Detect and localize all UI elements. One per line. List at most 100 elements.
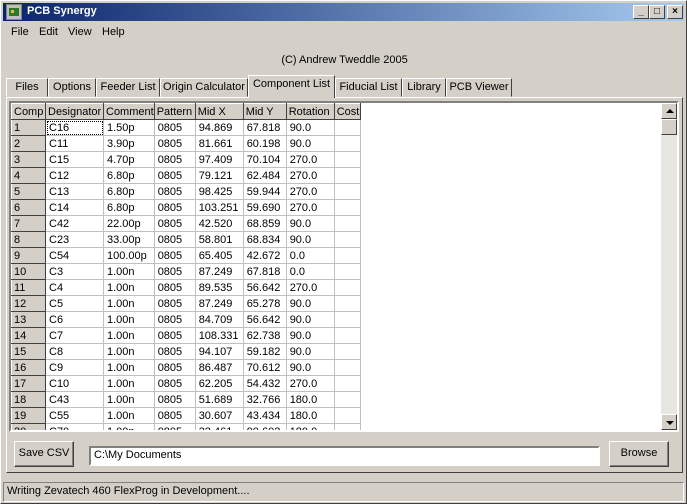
mid-y-cell[interactable]: 43.434 [243,407,287,424]
mid-y-cell[interactable]: 68.834 [243,231,287,248]
menu-file[interactable]: File [11,26,29,38]
menu-edit[interactable]: Edit [39,26,58,38]
cost-cell[interactable] [334,199,361,216]
rotation-cell[interactable]: 0.0 [286,263,335,280]
mid-y-cell[interactable]: 54.432 [243,375,287,392]
cost-cell[interactable] [334,119,361,136]
table-row[interactable]: 10 C3 1.00n 0805 87.249 67.818 0.0 [11,263,361,280]
save-csv-button[interactable]: Save CSV [14,441,74,467]
rotation-cell[interactable]: 90.0 [286,231,335,248]
pattern-cell[interactable]: 0805 [154,183,196,200]
pattern-cell[interactable]: 0805 [154,279,196,296]
comment-cell[interactable]: 1.00n [103,391,155,408]
mid-x-cell[interactable]: 89.535 [195,279,244,296]
designator-cell[interactable]: C7 [45,327,104,344]
cost-cell[interactable] [334,151,361,168]
row-number[interactable]: 12 [11,295,46,312]
menu-help[interactable]: Help [102,26,125,38]
tab-component-list[interactable]: Component List [248,75,335,98]
column-header-designator[interactable]: Designator [45,103,104,120]
rotation-cell[interactable]: 270.0 [286,151,335,168]
mid-y-cell[interactable]: 56.642 [243,311,287,328]
pcb-app-icon[interactable] [6,4,22,20]
mid-y-cell[interactable]: 70.612 [243,359,287,376]
mid-x-cell[interactable]: 84.709 [195,311,244,328]
designator-cell[interactable]: C8 [45,343,104,360]
comment-cell[interactable]: 4.70p [103,151,155,168]
mid-x-cell[interactable]: 94.107 [195,343,244,360]
table-row[interactable]: 11 C4 1.00n 0805 89.535 56.642 270.0 [11,279,361,296]
mid-x-cell[interactable]: 81.661 [195,135,244,152]
row-number[interactable]: 15 [11,343,46,360]
pattern-cell[interactable]: 0805 [154,119,196,136]
table-row[interactable]: 19 C55 1.00n 0805 30.607 43.434 180.0 [11,407,361,424]
pattern-cell[interactable]: 0805 [154,343,196,360]
row-number[interactable]: 14 [11,327,46,344]
mid-x-cell[interactable]: 94.869 [195,119,244,136]
pattern-cell[interactable]: 0805 [154,247,196,264]
row-number[interactable]: 5 [11,183,46,200]
table-row[interactable]: 5 C13 6.80p 0805 98.425 59.944 270.0 [11,183,361,200]
row-number[interactable]: 17 [11,375,46,392]
designator-cell[interactable]: C5 [45,295,104,312]
table-row[interactable]: 16 C9 1.00n 0805 86.487 70.612 90.0 [11,359,361,376]
mid-y-cell[interactable]: 68.859 [243,215,287,232]
rotation-cell[interactable]: 180.0 [286,407,335,424]
title-bar[interactable]: PCB Synergy _ □ × [3,3,684,21]
table-row[interactable]: 17 C10 1.00n 0805 62.205 54.432 270.0 [11,375,361,392]
designator-cell[interactable]: C10 [45,375,104,392]
rotation-cell[interactable]: 270.0 [286,375,335,392]
scroll-thumb[interactable] [661,119,677,135]
mid-y-cell[interactable]: 59.690 [243,199,287,216]
designator-cell[interactable]: C3 [45,263,104,280]
cost-cell[interactable] [334,247,361,264]
designator-cell[interactable]: C14 [45,199,104,216]
mid-y-cell[interactable]: 59.944 [243,183,287,200]
comment-cell[interactable]: 3.90p [103,135,155,152]
table-row[interactable]: 13 C6 1.00n 0805 84.709 56.642 90.0 [11,311,361,328]
column-header-cost[interactable]: Cost [333,103,361,120]
mid-y-cell[interactable]: 67.818 [243,263,287,280]
cost-cell[interactable] [334,167,361,184]
pattern-cell[interactable]: 0805 [154,359,196,376]
row-number[interactable]: 10 [11,263,46,280]
mid-x-cell[interactable]: 79.121 [195,167,244,184]
designator-cell[interactable]: C12 [45,167,104,184]
row-number[interactable]: 4 [11,167,46,184]
comment-cell[interactable]: 33.00p [103,231,155,248]
cost-cell[interactable] [334,311,361,328]
comment-cell[interactable]: 1.00n [103,343,155,360]
column-header-mid-x[interactable]: Mid X [194,103,244,120]
table-row[interactable]: 1 C16 1.50p 0805 94.869 67.818 90.0 [11,119,361,136]
designator-cell[interactable]: C16 [45,119,104,136]
cost-cell[interactable] [334,295,361,312]
mid-x-cell[interactable]: 97.409 [195,151,244,168]
tab-fiducial-list[interactable]: Fiducial List [335,78,402,97]
rotation-cell[interactable]: 90.0 [286,135,335,152]
comment-cell[interactable]: 1.00n [103,423,155,430]
cost-cell[interactable] [334,343,361,360]
mid-y-cell[interactable]: 56.642 [243,279,287,296]
row-number[interactable]: 11 [11,279,46,296]
mid-x-cell[interactable]: 51.689 [195,391,244,408]
cost-cell[interactable] [334,183,361,200]
row-number[interactable]: 3 [11,151,46,168]
mid-y-cell[interactable]: 60.198 [243,135,287,152]
table-row[interactable]: 6 C14 6.80p 0805 103.251 59.690 270.0 [11,199,361,216]
mid-x-cell[interactable]: 108.331 [195,327,244,344]
designator-cell[interactable]: C4 [45,279,104,296]
table-row[interactable]: 9 C54 100.00p 0805 65.405 42.672 0.0 [11,247,361,264]
tab-origin-calculator[interactable]: Origin Calculator [160,78,248,97]
mid-x-cell[interactable]: 86.487 [195,359,244,376]
pattern-cell[interactable]: 0805 [154,135,196,152]
mid-x-cell[interactable]: 87.249 [195,295,244,312]
table-row[interactable]: 8 C23 33.00p 0805 58.801 68.834 90.0 [11,231,361,248]
rotation-cell[interactable]: 0.0 [286,247,335,264]
designator-cell[interactable]: C23 [45,231,104,248]
pattern-cell[interactable]: 0805 [154,327,196,344]
designator-cell[interactable]: C43 [45,391,104,408]
column-header-comp[interactable]: Comp [11,103,46,120]
rotation-cell[interactable]: 180.0 [286,391,335,408]
mid-y-cell[interactable]: 32.766 [243,391,287,408]
mid-y-cell[interactable]: 62.484 [243,167,287,184]
